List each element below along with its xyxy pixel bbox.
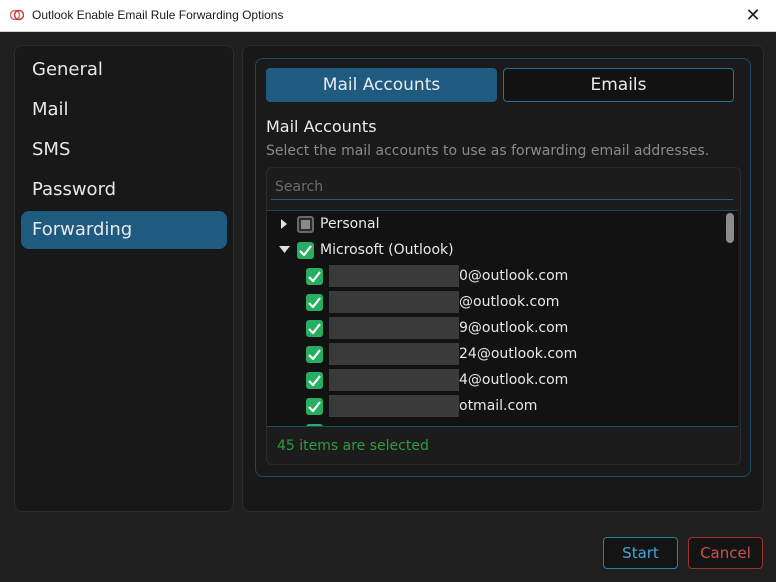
account-row[interactable]: 9@outlook.com: [306, 316, 568, 340]
account-row[interactable]: @outlook.com: [306, 290, 559, 314]
search-input[interactable]: [271, 174, 733, 200]
redacted-block: [329, 369, 459, 391]
account-list-panel: Personal Microsoft (Outlook): [266, 167, 741, 465]
title-bar: Outlook Enable Email Rule Forwarding Opt…: [0, 0, 776, 32]
close-button[interactable]: ✕: [730, 0, 776, 31]
account-row[interactable]: 0@outlook.com: [306, 264, 568, 288]
tree-group-microsoft[interactable]: Microsoft (Outlook): [277, 238, 454, 262]
checkbox-checked[interactable]: [306, 345, 323, 363]
redacted-block: [329, 291, 459, 313]
account-row[interactable]: 4@outlook.com: [306, 368, 568, 392]
checkbox-partial[interactable]: [297, 215, 314, 233]
sidebar: General Mail SMS Password Forwarding: [14, 45, 234, 512]
redacted-block: [329, 265, 459, 287]
account-email: 0@outlook.com: [459, 268, 569, 284]
tree-group-label: Personal: [320, 216, 380, 232]
sidebar-item-forwarding[interactable]: Forwarding: [21, 211, 227, 249]
account-email: otmail.com: [459, 398, 538, 414]
start-button[interactable]: Start: [603, 537, 678, 569]
sidebar-item-general[interactable]: General: [21, 51, 227, 89]
section-description: Select the mail accounts to use as forwa…: [266, 143, 710, 159]
tab-view: Mail Accounts Emails Mail Accounts Selec…: [255, 58, 751, 477]
checkbox-checked[interactable]: [306, 371, 323, 389]
account-email: @outlook.com: [459, 294, 560, 310]
redacted-block: [329, 343, 459, 365]
redacted-block: [329, 395, 459, 417]
main-panel: Mail Accounts Emails Mail Accounts Selec…: [242, 45, 764, 512]
account-row[interactable]: otmail.com: [306, 394, 537, 418]
chevron-right-icon[interactable]: [277, 217, 291, 231]
app-logo-icon: [10, 9, 24, 21]
checkbox-checked[interactable]: [306, 319, 323, 337]
account-email: 9@outlook.com: [459, 320, 569, 336]
app-window: Outlook Enable Email Rule Forwarding Opt…: [0, 0, 776, 582]
section-title: Mail Accounts: [266, 117, 377, 136]
sidebar-item-password[interactable]: Password: [21, 171, 227, 209]
cancel-button[interactable]: Cancel: [688, 537, 763, 569]
sidebar-item-mail[interactable]: Mail: [21, 91, 227, 129]
tab-mail-accounts[interactable]: Mail Accounts: [266, 68, 497, 102]
sidebar-item-sms[interactable]: SMS: [21, 131, 227, 169]
tab-emails[interactable]: Emails: [503, 68, 734, 102]
account-row[interactable]: 24@outlook.com: [306, 342, 577, 366]
window-title: Outlook Enable Email Rule Forwarding Opt…: [32, 8, 284, 22]
selection-status: 45 items are selected: [277, 438, 429, 454]
checkbox-checked[interactable]: [306, 293, 323, 311]
tree-group-label: Microsoft (Outlook): [320, 242, 454, 258]
checkbox-checked[interactable]: [297, 241, 314, 259]
redacted-block: [329, 317, 459, 339]
chevron-down-icon[interactable]: [277, 243, 291, 257]
tree-group-personal[interactable]: Personal: [277, 212, 380, 236]
account-email: 4@outlook.com: [459, 372, 569, 388]
checkbox-checked[interactable]: [306, 267, 323, 285]
checkbox-checked[interactable]: [306, 397, 323, 415]
scrollbar-thumb[interactable]: [726, 213, 734, 243]
account-email: 24@outlook.com: [459, 346, 578, 362]
account-row-partial[interactable]: [306, 420, 329, 426]
account-tree[interactable]: Personal Microsoft (Outlook) 0@outlook.c…: [267, 210, 738, 427]
close-icon: ✕: [745, 5, 761, 26]
checkbox-checked[interactable]: [306, 423, 323, 426]
